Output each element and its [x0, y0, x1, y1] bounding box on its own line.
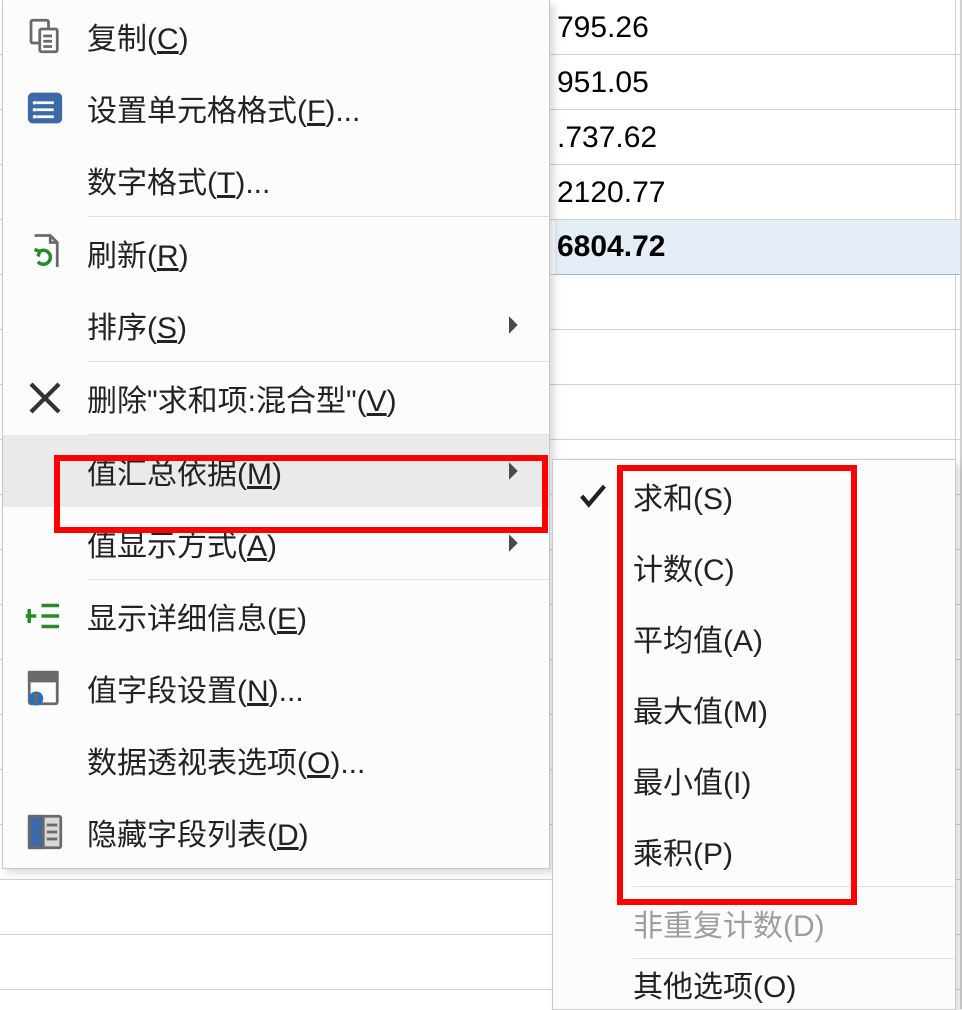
menu-label: 数字格式(T)...	[87, 158, 529, 202]
menu-label: 值字段设置(N)...	[87, 666, 529, 710]
menu-label: 排序(S)	[87, 303, 499, 347]
menu-refresh[interactable]: 刷新(R)	[3, 217, 549, 289]
menu-pivot-options[interactable]: 数据透视表选项(O)...	[3, 724, 549, 796]
submenu-arrow-icon	[499, 533, 529, 553]
submenu-label: 平均值(A)	[633, 616, 955, 660]
menu-label: 设置单元格格式(F)...	[87, 86, 529, 130]
menu-number-format[interactable]: 数字格式(T)...	[3, 144, 549, 216]
menu-summarize-by[interactable]: 值汇总依据(M)	[3, 435, 549, 507]
menu-label: 隐藏字段列表(D)	[87, 810, 529, 854]
submenu-label: 计数(C)	[633, 545, 955, 589]
menu-label: 显示详细信息(E)	[87, 594, 529, 638]
summarize-by-submenu: 求和(S) 计数(C) 平均值(A) 最大值(M) 最小值(I) 乘积(P)	[552, 459, 956, 1010]
submenu-arrow-icon	[499, 315, 529, 335]
submenu-product[interactable]: 乘积(P)	[553, 815, 955, 886]
copy-icon	[3, 15, 87, 57]
submenu-label: 最大值(M)	[633, 687, 955, 731]
field-settings-icon: i	[3, 667, 87, 709]
cell-value[interactable]: 2120.77	[555, 165, 955, 220]
submenu-sum[interactable]: 求和(S)	[553, 460, 955, 531]
submenu-more-options[interactable]: 其他选项(O)	[553, 959, 955, 1009]
menu-label: 值显示方式(A)	[87, 521, 499, 565]
svg-text:i: i	[35, 693, 38, 705]
cell-value[interactable]: .737.62	[555, 110, 955, 165]
menu-label: 刷新(R)	[87, 231, 529, 275]
submenu-label: 非重复计数(D)	[633, 901, 955, 945]
cell-total-value[interactable]: 6804.72	[555, 220, 960, 275]
menu-label: 复制(C)	[87, 14, 529, 58]
show-details-icon	[3, 595, 87, 637]
check-icon	[553, 479, 633, 513]
submenu-label: 乘积(P)	[633, 829, 955, 873]
menu-remove-field[interactable]: 删除"求和项:混合型"(V)	[3, 362, 549, 434]
submenu-count[interactable]: 计数(C)	[553, 531, 955, 602]
menu-copy[interactable]: 复制(C)	[3, 0, 549, 72]
menu-sort[interactable]: 排序(S)	[3, 289, 549, 361]
cell-value[interactable]: 951.05	[555, 55, 955, 110]
menu-field-settings[interactable]: i 值字段设置(N)...	[3, 652, 549, 724]
refresh-icon	[3, 232, 87, 274]
menu-show-details[interactable]: 显示详细信息(E)	[3, 580, 549, 652]
submenu-average[interactable]: 平均值(A)	[553, 602, 955, 673]
menu-label: 数据透视表选项(O)...	[87, 738, 529, 782]
submenu-min[interactable]: 最小值(I)	[553, 744, 955, 815]
cell-values-column: 795.26 951.05 .737.62 2120.77 6804.72	[555, 0, 955, 275]
submenu-max[interactable]: 最大值(M)	[553, 673, 955, 744]
remove-icon	[3, 377, 87, 419]
field-list-icon	[3, 811, 87, 853]
submenu-distinct-count: 非重复计数(D)	[553, 887, 955, 958]
menu-format-cells[interactable]: 设置单元格格式(F)...	[3, 72, 549, 144]
submenu-arrow-icon	[499, 461, 529, 481]
pivot-context-menu: 复制(C) 设置单元格格式(F)... 数字格式(T)...	[2, 0, 550, 869]
cell-value[interactable]: 795.26	[555, 0, 955, 55]
menu-show-values-as[interactable]: 值显示方式(A)	[3, 507, 549, 579]
submenu-label: 其他选项(O)	[633, 962, 955, 1006]
menu-label: 删除"求和项:混合型"(V)	[87, 376, 529, 420]
submenu-label: 最小值(I)	[633, 758, 955, 802]
format-cells-icon	[3, 87, 87, 129]
submenu-label: 求和(S)	[633, 474, 955, 518]
menu-label: 值汇总依据(M)	[87, 449, 499, 493]
menu-hide-field-list[interactable]: 隐藏字段列表(D)	[3, 796, 549, 868]
